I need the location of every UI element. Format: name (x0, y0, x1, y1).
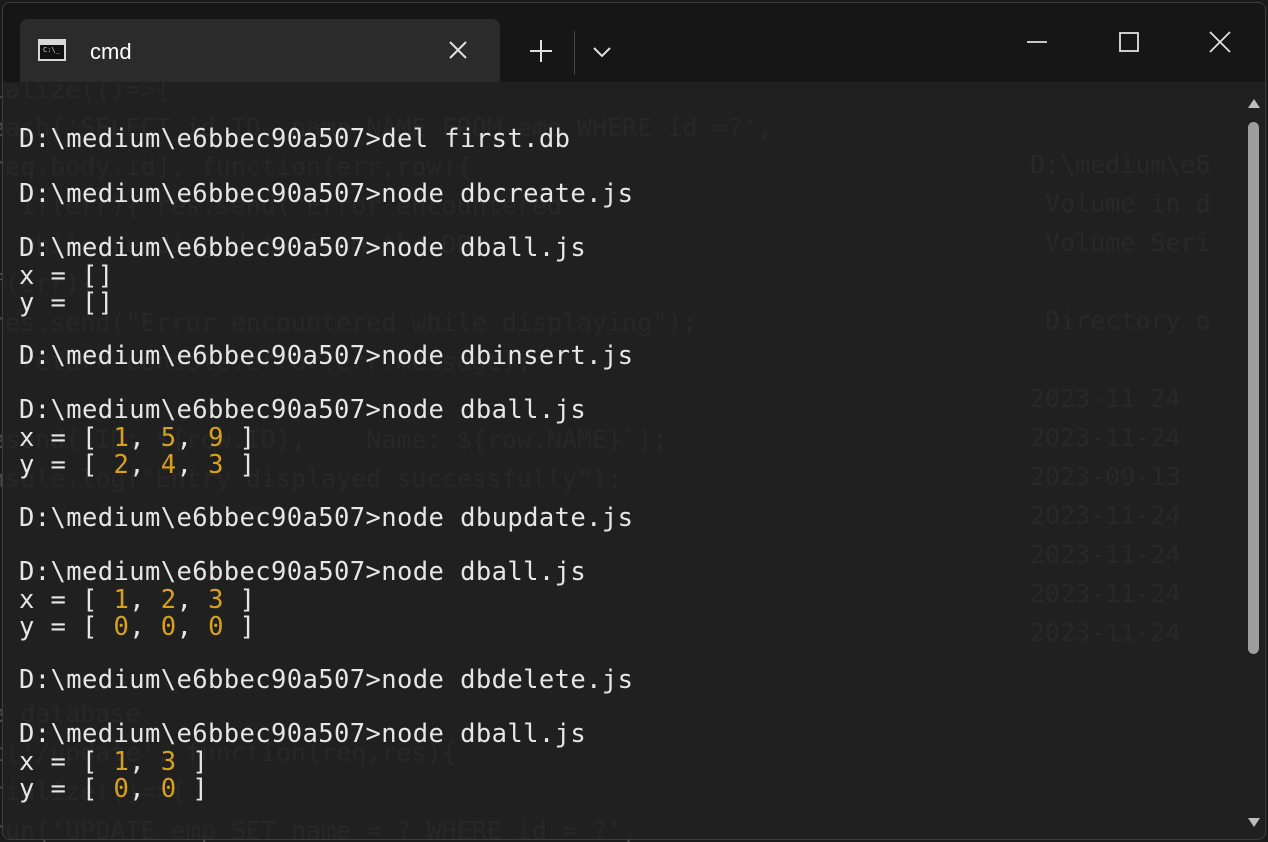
array-value: 3 (208, 450, 224, 480)
minimize-icon (1027, 41, 1047, 43)
tab-separator (574, 31, 575, 75)
maximize-button[interactable] (1112, 25, 1146, 59)
tab-cmd[interactable]: C:\_ cmd (20, 19, 500, 82)
array-value: 4 (160, 450, 177, 480)
array-value: 9 (208, 423, 224, 453)
minimize-button[interactable] (1020, 25, 1054, 59)
prompt-line: D:\medium\e6bbec90a507>node dball.js (19, 395, 587, 425)
array-value: 3 (208, 585, 224, 615)
array-value: 1 (113, 423, 130, 453)
array-close: ] (176, 747, 209, 777)
array-label: y = [ (19, 774, 114, 804)
output-array-line: y = [ 0, 0, 0 ] (19, 612, 256, 642)
array-close: ] (223, 612, 256, 642)
array-value: 1 (113, 747, 130, 777)
prompt-line: D:\medium\e6bbec90a507>node dbinsert.js (19, 341, 634, 371)
array-close: ] (176, 774, 209, 804)
array-label: x = [ (19, 585, 114, 615)
terminal-window: C:\_ cmd D:\medium\e6bbec90a507>del firs… (2, 2, 1266, 840)
terminal-output[interactable]: D:\medium\e6bbec90a507>del first.db D:\me… (3, 82, 1239, 839)
scrollbar-thumb[interactable] (1248, 122, 1259, 654)
array-close: ] (223, 585, 256, 615)
output-array-line: y = [ 2, 4, 3 ] (19, 450, 256, 480)
chevron-down-icon[interactable] (591, 41, 613, 63)
prompt-line: D:\medium\e6bbec90a507>del first.db (19, 124, 571, 154)
prompt-line: D:\medium\e6bbec90a507>node dball.js (19, 719, 587, 749)
array-value: 2 (113, 450, 130, 480)
close-icon (1209, 31, 1231, 53)
prompt-line: D:\medium\e6bbec90a507>node dball.js (19, 557, 587, 587)
array-label: y = [ (19, 450, 114, 480)
array-label: x = [ (19, 747, 114, 777)
array-value: 5 (160, 423, 177, 453)
array-value: 2 (160, 585, 177, 615)
array-value: 0 (160, 612, 177, 642)
output-array-line: y = [ 0, 0 ] (19, 774, 209, 804)
prompt-line: D:\medium\e6bbec90a507>node dbupdate.js (19, 503, 634, 533)
scroll-up-icon[interactable] (1247, 98, 1261, 108)
array-value: 0 (113, 612, 130, 642)
command-prompt-icon: C:\_ (38, 39, 66, 61)
title-bar: C:\_ cmd (3, 3, 1265, 82)
output-line: y = [] (19, 288, 114, 318)
prompt-line: D:\medium\e6bbec90a507>node dbdelete.js (19, 665, 634, 695)
close-tab-icon[interactable] (446, 38, 470, 62)
array-value: 0 (208, 612, 224, 642)
array-value: 3 (160, 747, 177, 777)
array-label: x = [ (19, 423, 114, 453)
output-array-line: x = [ 1, 5, 9 ] (19, 423, 256, 453)
tab-title: cmd (90, 39, 132, 64)
prompt-line: D:\medium\e6bbec90a507>node dball.js (19, 233, 587, 263)
array-close: ] (223, 423, 256, 453)
array-close: ] (223, 450, 256, 480)
array-value: 0 (160, 774, 177, 804)
output-line: x = [] (19, 261, 114, 291)
array-value: 0 (113, 774, 130, 804)
array-label: y = [ (19, 612, 114, 642)
output-array-line: x = [ 1, 3 ] (19, 747, 209, 777)
maximize-icon (1119, 32, 1139, 52)
array-value: 1 (113, 585, 130, 615)
prompt-line: D:\medium\e6bbec90a507>node dbcreate.js (19, 179, 634, 209)
new-tab-button[interactable] (528, 38, 554, 64)
vertical-scrollbar[interactable] (1239, 82, 1265, 839)
output-array-line: x = [ 1, 2, 3 ] (19, 585, 256, 615)
close-window-button[interactable] (1203, 25, 1237, 59)
scroll-down-icon[interactable] (1247, 818, 1261, 828)
